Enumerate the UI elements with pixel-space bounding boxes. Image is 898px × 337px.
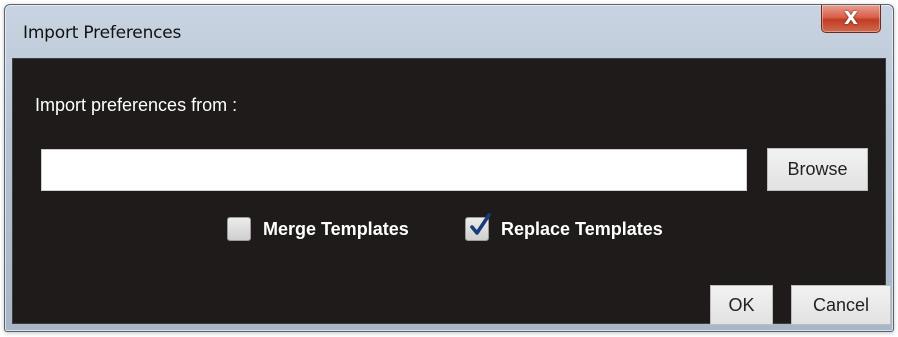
ok-button[interactable]: OK <box>710 285 773 325</box>
cancel-button[interactable]: Cancel <box>791 285 891 325</box>
replace-templates-checkbox[interactable] <box>465 213 491 241</box>
checkmark-icon <box>470 213 491 235</box>
import-preferences-dialog: Import Preferences X Import preferences … <box>4 4 894 332</box>
close-button[interactable]: X <box>821 5 881 33</box>
merge-templates-checkbox[interactable] <box>227 217 251 241</box>
close-icon: X <box>844 7 858 29</box>
replace-templates-label: Replace Templates <box>501 218 663 239</box>
merge-templates-option[interactable]: Merge Templates <box>227 215 409 243</box>
title-bar: Import Preferences X <box>5 5 893 57</box>
dialog-content: Import preferences from : Browse Merge T… <box>12 58 891 325</box>
import-path-input[interactable] <box>41 149 747 191</box>
dialog-title: Import Preferences <box>23 23 182 43</box>
import-from-label: Import preferences from : <box>35 95 238 115</box>
replace-templates-option[interactable]: Replace Templates <box>465 213 663 243</box>
merge-templates-label: Merge Templates <box>263 218 409 239</box>
browse-button[interactable]: Browse <box>767 148 868 191</box>
